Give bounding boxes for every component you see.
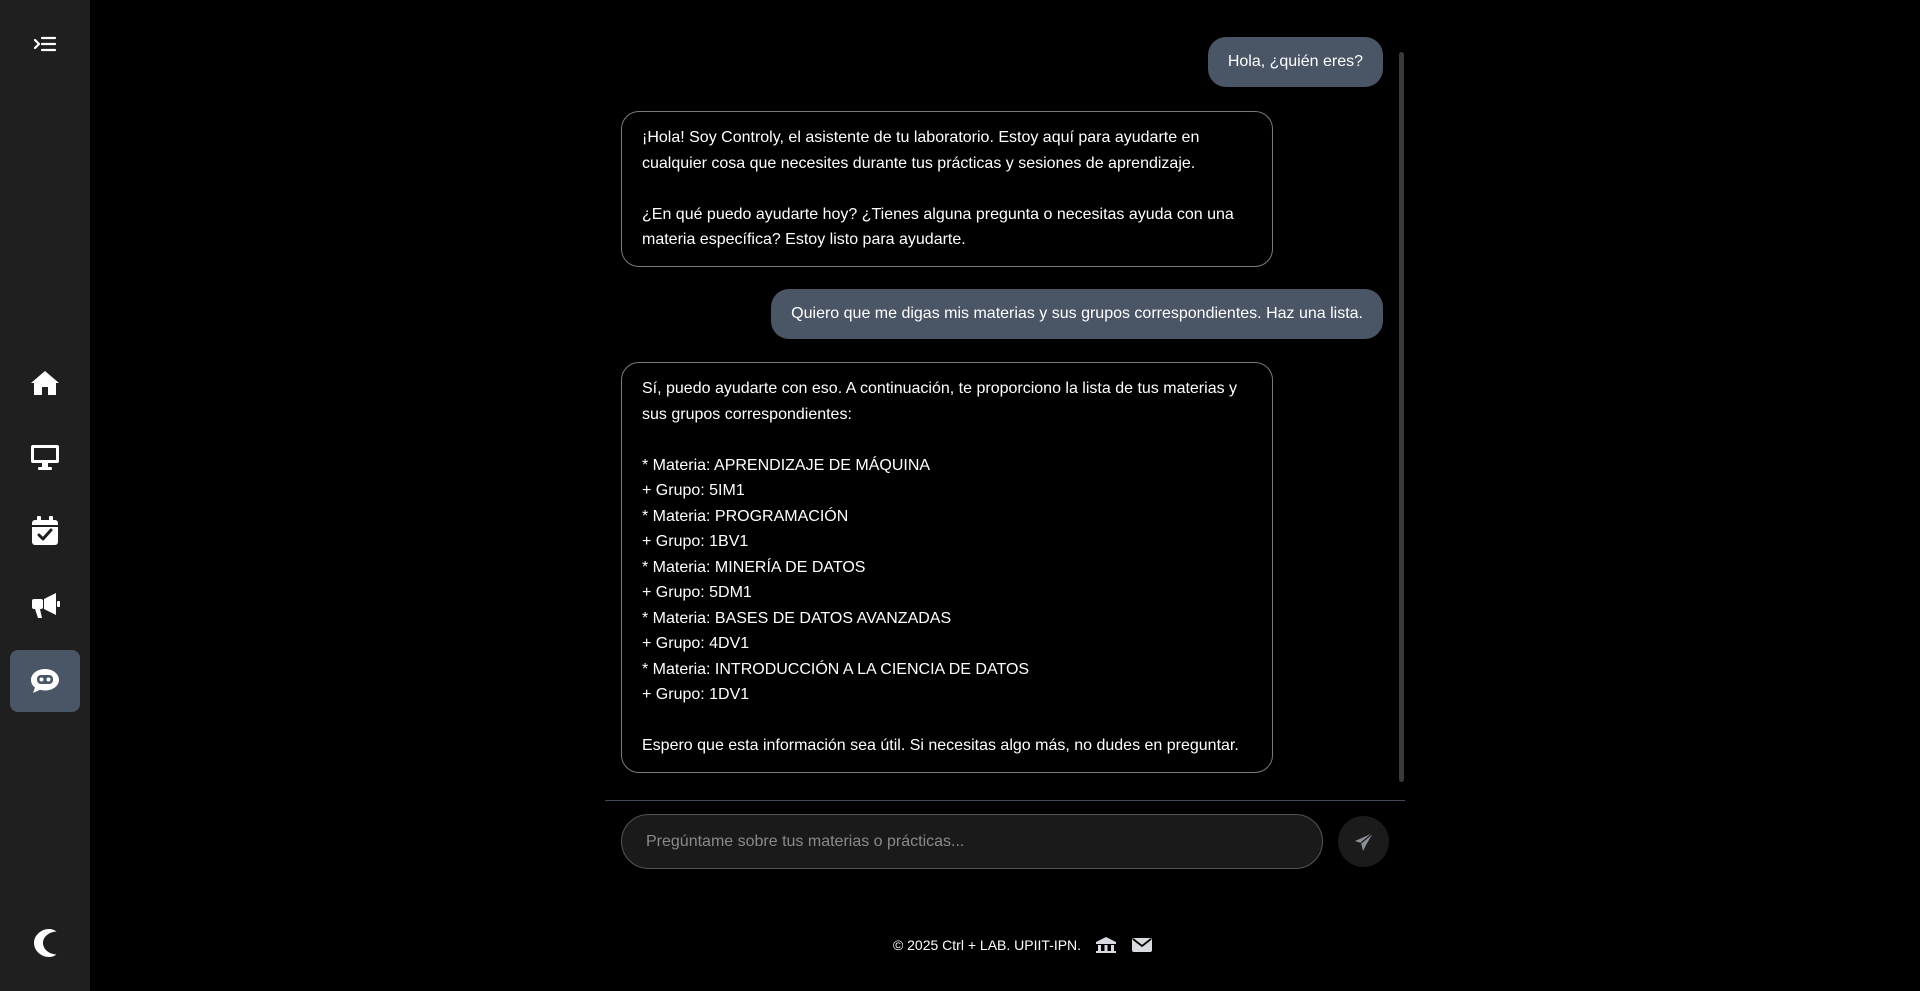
chat-input[interactable] bbox=[621, 814, 1323, 869]
sidebar-item-home[interactable] bbox=[10, 352, 80, 414]
footer: © 2025 Ctrl + LAB. UPIIT-IPN. bbox=[0, 936, 1920, 954]
chatbot-icon bbox=[31, 669, 59, 693]
footer-email-link[interactable] bbox=[1131, 936, 1153, 954]
chat-message-area[interactable]: Hola, ¿quién eres? ¡Hola! Soy Controly, … bbox=[605, 0, 1405, 790]
user-message: Hola, ¿quién eres? bbox=[1207, 37, 1383, 87]
send-button[interactable] bbox=[1338, 816, 1389, 867]
sidebar-item-lab-computers[interactable] bbox=[10, 426, 80, 488]
desktop-icon bbox=[31, 445, 59, 470]
footer-institution-link[interactable] bbox=[1095, 936, 1117, 954]
menu-toggle-button[interactable] bbox=[10, 14, 80, 76]
input-divider bbox=[605, 800, 1405, 801]
assistant-message: ¡Hola! Soy Controly, el asistente de tu … bbox=[621, 111, 1273, 267]
sidebar-item-announcements[interactable] bbox=[10, 574, 80, 636]
sidebar bbox=[0, 0, 90, 991]
assistant-message: Sí, puedo ayudarte con eso. A continuaci… bbox=[621, 362, 1273, 773]
sidebar-item-schedule[interactable] bbox=[10, 500, 80, 562]
sidebar-item-chatbot[interactable] bbox=[10, 650, 80, 712]
institution-icon bbox=[1096, 937, 1117, 953]
calendar-check-icon bbox=[32, 516, 58, 545]
chat-scrollbar[interactable] bbox=[1399, 52, 1404, 782]
megaphone-icon bbox=[32, 593, 60, 618]
send-icon bbox=[1354, 832, 1373, 851]
footer-copyright: © 2025 Ctrl + LAB. UPIIT-IPN. bbox=[892, 937, 1082, 953]
menu-toggle-icon bbox=[33, 36, 57, 52]
user-message: Quiero que me digas mis materias y sus g… bbox=[771, 289, 1383, 339]
home-icon bbox=[31, 371, 59, 395]
envelope-icon bbox=[1132, 938, 1153, 952]
